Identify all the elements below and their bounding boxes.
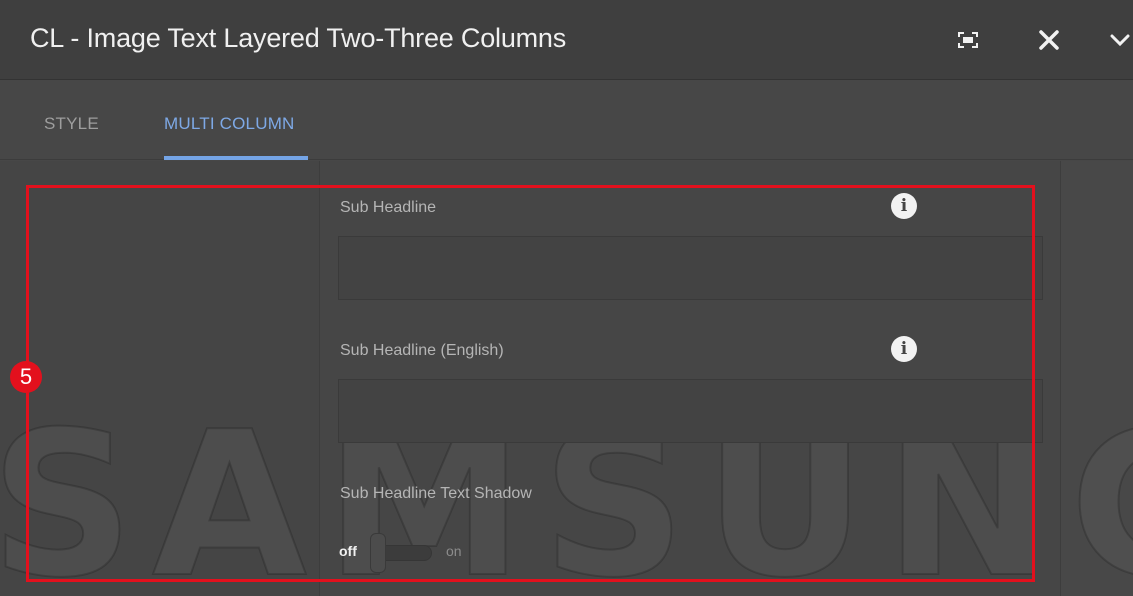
tab-style[interactable]: STYLE — [44, 114, 99, 134]
toggle-handle[interactable] — [370, 533, 386, 573]
close-button[interactable] — [1029, 20, 1069, 60]
text-shadow-label: Sub Headline Text Shadow — [340, 485, 532, 502]
active-tab-indicator — [164, 156, 308, 160]
toggle-off-label: off — [339, 543, 357, 559]
fullscreen-icon — [958, 32, 978, 48]
info-icon[interactable]: i — [891, 193, 917, 219]
tab-bar: STYLE MULTI COLUMN — [0, 80, 1133, 160]
toggle-on-label: on — [446, 543, 462, 559]
left-column — [0, 161, 320, 596]
dialog: CL - Image Text Layered Two-Three Column… — [0, 0, 1133, 596]
fullscreen-button[interactable] — [948, 20, 988, 60]
close-icon — [1039, 30, 1059, 50]
dialog-header: CL - Image Text Layered Two-Three Column… — [0, 0, 1133, 80]
sub-headline-label: Sub Headline — [340, 199, 437, 216]
sub-headline-input[interactable] — [338, 236, 1043, 300]
sub-headline-english-label: Sub Headline (English) — [340, 342, 504, 359]
sub-headline-english-input[interactable] — [338, 379, 1043, 443]
info-icon[interactable]: i — [891, 336, 917, 362]
dialog-title: CL - Image Text Layered Two-Three Column… — [30, 23, 567, 53]
annotation-badge: 5 — [10, 361, 42, 393]
text-shadow-toggle[interactable] — [370, 533, 434, 573]
collapse-button[interactable] — [1110, 20, 1133, 60]
tab-multi-column[interactable]: MULTI COLUMN — [164, 114, 295, 134]
chevron-down-icon — [1110, 34, 1130, 47]
right-column — [1060, 161, 1133, 596]
